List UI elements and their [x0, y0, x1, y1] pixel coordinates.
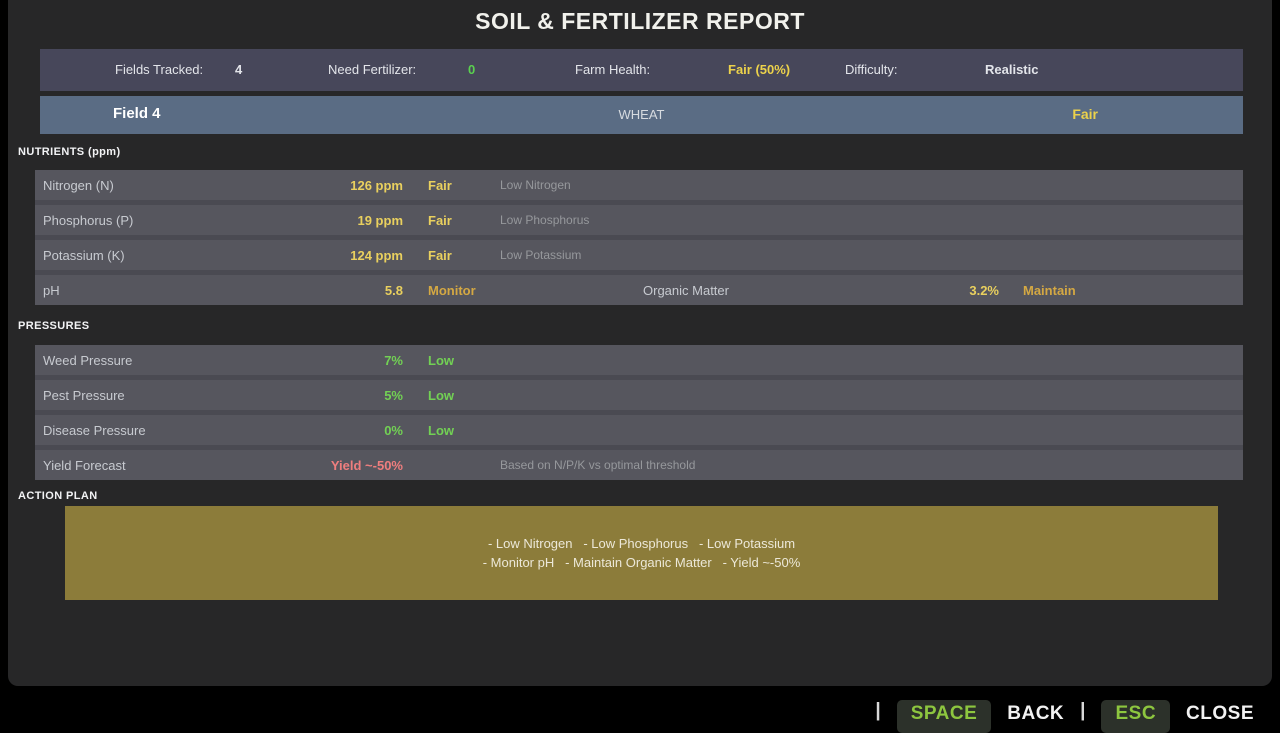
pressure-row-pest: Pest Pressure 5% Low	[35, 380, 1243, 410]
page-title: SOIL & FERTILIZER REPORT	[8, 8, 1272, 35]
pressure-value: 5%	[308, 388, 403, 403]
nutrient-value: 124 ppm	[308, 248, 403, 263]
footer-separator: |	[875, 700, 880, 722]
footer-hint-bar: | SPACE BACK | ESC CLOSE	[0, 686, 1280, 720]
farm-health-label: Farm Health:	[575, 62, 650, 77]
nutrient-label: Nitrogen (N)	[43, 178, 308, 193]
ph-value: 5.8	[308, 283, 403, 298]
need-fertilizer-value: 0	[468, 62, 475, 77]
fields-tracked-value: 4	[235, 62, 242, 77]
stats-bar: Fields Tracked: 4 Need Fertilizer: 0 Far…	[40, 49, 1243, 91]
space-keycap[interactable]: SPACE	[897, 700, 992, 733]
yield-note: Based on N/P/K vs optimal threshold	[500, 458, 695, 472]
pressures-heading: PRESSURES	[18, 320, 89, 332]
difficulty-value: Realistic	[985, 62, 1038, 77]
nutrients-table: Nitrogen (N) 126 ppm Fair Low Nitrogen P…	[35, 170, 1243, 305]
action-plan-box: - Low Nitrogen - Low Phosphorus - Low Po…	[65, 506, 1218, 600]
field-header-bar: Field 4 WHEAT Fair	[40, 96, 1243, 134]
nutrient-status: Fair	[428, 178, 500, 193]
field-health-badge: Fair	[1072, 106, 1098, 122]
nutrient-note: Low Phosphorus	[500, 213, 589, 227]
ph-label: pH	[43, 283, 308, 298]
nutrients-heading: NUTRIENTS (ppm)	[18, 146, 121, 158]
nutrient-row-ph: pH 5.8 Monitor Organic Matter 3.2% Maint…	[35, 275, 1243, 305]
nutrient-row-potassium: Potassium (K) 124 ppm Fair Low Potassium	[35, 240, 1243, 270]
pressure-row-disease: Disease Pressure 0% Low	[35, 415, 1243, 445]
action-plan-heading: ACTION PLAN	[18, 490, 98, 502]
nutrient-note: Low Potassium	[500, 248, 581, 262]
yield-label: Yield Forecast	[43, 458, 308, 473]
organic-matter-value: 3.2%	[919, 283, 999, 298]
nutrient-label: Potassium (K)	[43, 248, 308, 263]
pressure-status: Low	[428, 423, 500, 438]
yield-value: Yield ~-50%	[308, 458, 403, 473]
pressure-status: Low	[428, 388, 500, 403]
pressure-label: Disease Pressure	[43, 423, 308, 438]
nutrient-row-phosphorus: Phosphorus (P) 19 ppm Fair Low Phosphoru…	[35, 205, 1243, 235]
field-crop: WHEAT	[40, 107, 1243, 122]
farm-health-value: Fair (50%)	[728, 62, 790, 77]
nutrient-value: 126 ppm	[308, 178, 403, 193]
organic-matter-status: Maintain	[1023, 283, 1076, 298]
nutrient-value: 19 ppm	[308, 213, 403, 228]
pressure-value: 0%	[308, 423, 403, 438]
nutrient-status: Fair	[428, 248, 500, 263]
ph-status: Monitor	[428, 283, 500, 298]
pressure-label: Weed Pressure	[43, 353, 308, 368]
pressure-value: 7%	[308, 353, 403, 368]
nutrient-note: Low Nitrogen	[500, 178, 571, 192]
nutrient-row-nitrogen: Nitrogen (N) 126 ppm Fair Low Nitrogen	[35, 170, 1243, 200]
nutrient-label: Phosphorus (P)	[43, 213, 308, 228]
close-button[interactable]: CLOSE	[1186, 700, 1254, 725]
pressure-label: Pest Pressure	[43, 388, 308, 403]
esc-keycap[interactable]: ESC	[1101, 700, 1170, 733]
pressures-table: Weed Pressure 7% Low Pest Pressure 5% Lo…	[35, 345, 1243, 480]
footer-separator: |	[1080, 700, 1085, 722]
organic-matter-label: Organic Matter	[643, 283, 919, 298]
pressure-row-weed: Weed Pressure 7% Low	[35, 345, 1243, 375]
fields-tracked-label: Fields Tracked:	[115, 62, 203, 77]
pressure-status: Low	[428, 353, 500, 368]
action-plan-line-1: - Low Nitrogen - Low Phosphorus - Low Po…	[488, 535, 795, 552]
need-fertilizer-label: Need Fertilizer:	[328, 62, 416, 77]
action-plan-line-2: - Monitor pH - Maintain Organic Matter -…	[483, 554, 801, 571]
back-button[interactable]: BACK	[1007, 700, 1064, 725]
yield-forecast-row: Yield Forecast Yield ~-50% Based on N/P/…	[35, 450, 1243, 480]
nutrient-status: Fair	[428, 213, 500, 228]
report-panel: SOIL & FERTILIZER REPORT Fields Tracked:…	[8, 0, 1272, 686]
difficulty-label: Difficulty:	[845, 62, 898, 77]
